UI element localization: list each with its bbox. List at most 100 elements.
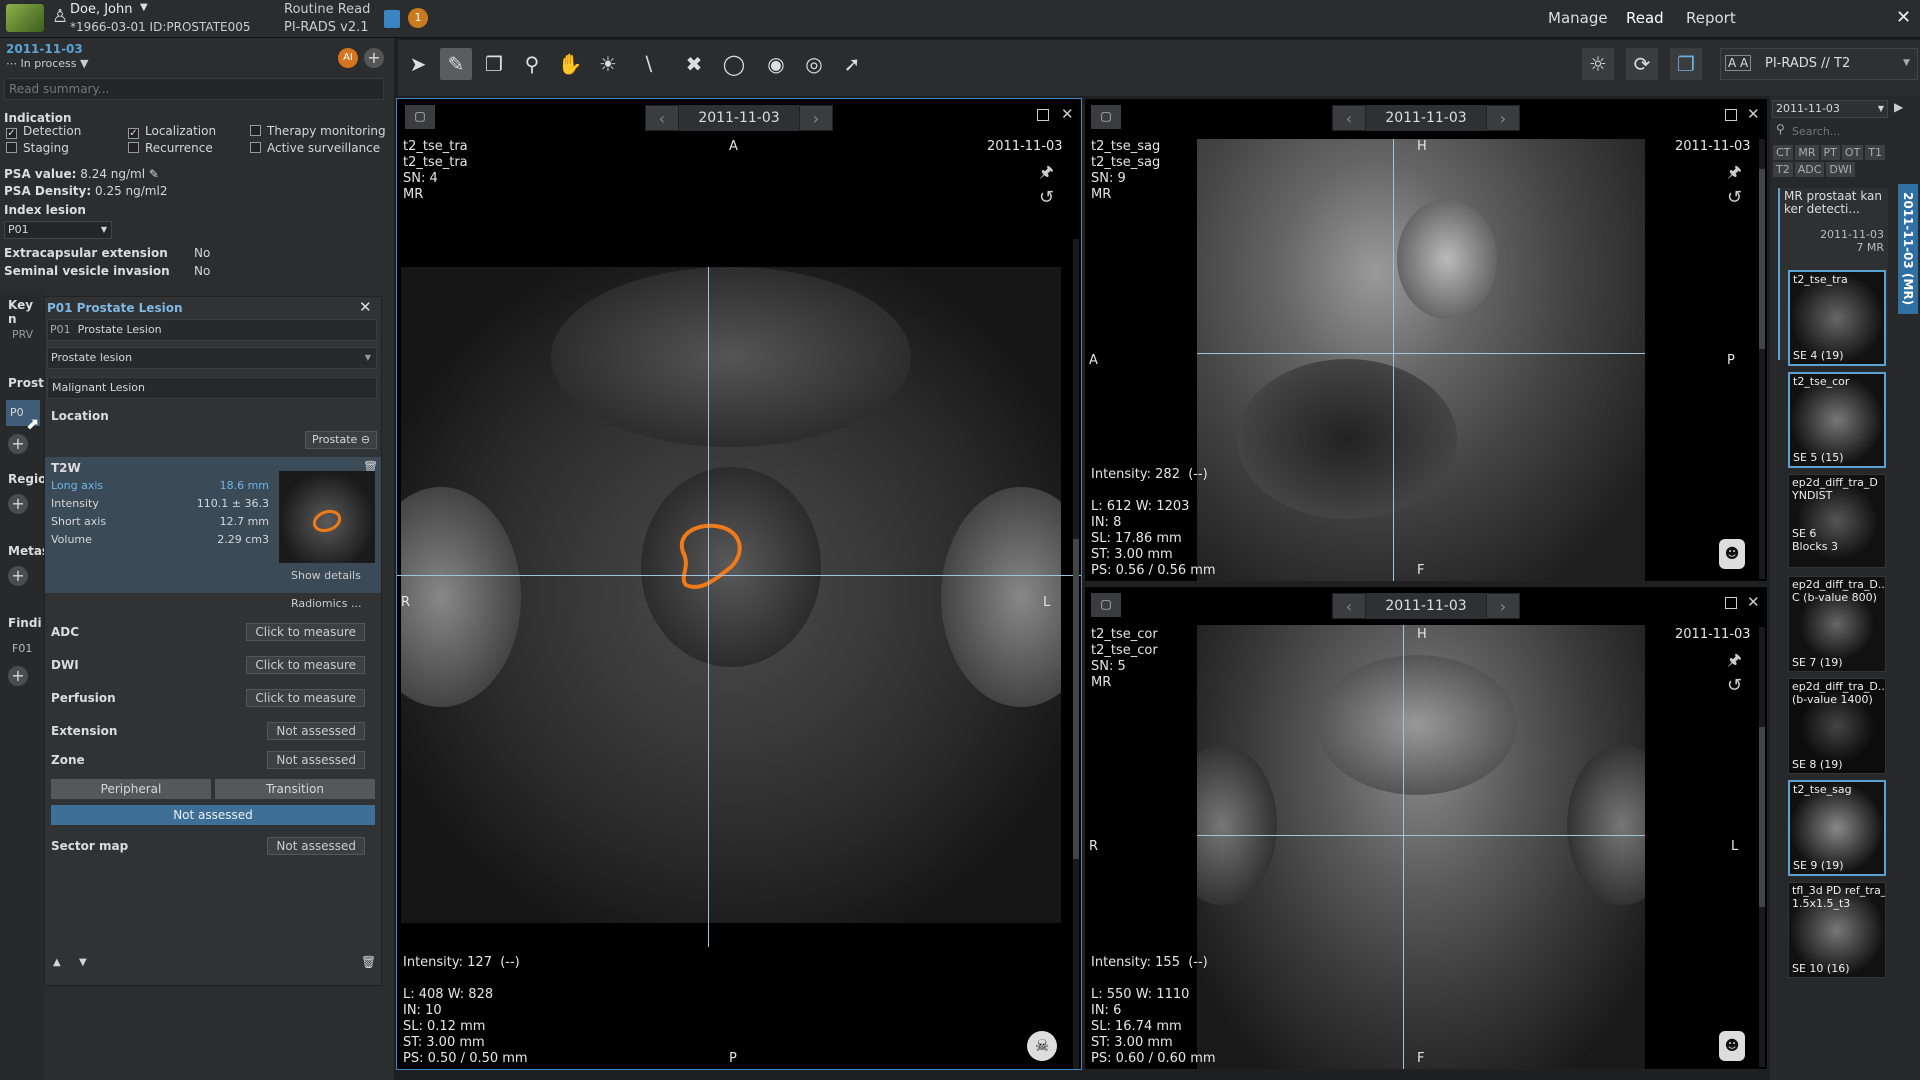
viewport-sagittal[interactable]: ▢ ‹ 2011-11-03 › ✕ t2_tse_sag t2_tse_sag…: [1084, 98, 1768, 582]
nav-manage[interactable]: Manage: [1548, 9, 1608, 27]
filter-t2[interactable]: T2: [1773, 162, 1793, 177]
perfusion-measure-button[interactable]: Click to measure: [246, 689, 365, 707]
lasso-icon[interactable]: ◯: [718, 48, 750, 80]
series-thumbnail[interactable]: t2_tse_cor SE 5 (15): [1788, 372, 1886, 468]
index-lesion-select[interactable]: P01 ▼: [4, 221, 112, 239]
add-icon[interactable]: +: [364, 48, 384, 68]
chevron-up-icon[interactable]: ▲: [53, 957, 61, 968]
close-icon[interactable]: ✕: [359, 298, 372, 316]
scrollbar[interactable]: [1759, 139, 1765, 579]
crosshair-vertical[interactable]: [1403, 625, 1404, 1069]
series-thumbnail[interactable]: ep2d_diff_tra_D YNDIST SE 6 Blocks 3: [1788, 474, 1886, 568]
status-dropdown[interactable]: ⋯ In process ▼: [6, 57, 88, 70]
close-icon[interactable]: ✕: [1896, 7, 1911, 28]
lesion-name-field[interactable]: P01 Prostate Lesion: [47, 319, 377, 341]
viewport-axial[interactable]: ▢ ‹ 2011-11-03 › ✕ t2_tse_tra t2_tse_tra…: [396, 98, 1082, 1070]
extension-value-button[interactable]: Not assessed: [267, 722, 365, 740]
add-regional-button[interactable]: +: [8, 494, 28, 514]
nav-report[interactable]: Report: [1686, 9, 1736, 27]
adc-measure-button[interactable]: Click to measure: [246, 623, 365, 641]
tab-findings[interactable]: Findi: [8, 616, 42, 630]
tab-metastases[interactable]: Metas: [8, 544, 49, 558]
add-finding-button[interactable]: +: [8, 666, 28, 686]
prev-button[interactable]: ‹: [1332, 593, 1366, 619]
sector-map-button[interactable]: Not assessed: [267, 837, 365, 855]
reset-icon[interactable]: ↺: [1039, 187, 1054, 208]
nav-read[interactable]: Read: [1626, 9, 1664, 27]
reset-icon[interactable]: ↺: [1727, 187, 1742, 208]
series-thumbnail[interactable]: ep2d_diff_tra_D... C (b-value 800) SE 7 (…: [1788, 576, 1886, 672]
crosshair-vertical[interactable]: [708, 267, 709, 947]
filter-mr[interactable]: MR: [1795, 145, 1819, 160]
extracapsular-value[interactable]: No: [194, 246, 210, 260]
hanging-protocol-selector[interactable]: A A PI-RADS // T2 ▼: [1720, 48, 1918, 80]
prev-button[interactable]: ‹: [645, 105, 679, 131]
spiral-icon[interactable]: ◎: [798, 48, 830, 80]
viewport-coronal[interactable]: ▢ ‹ 2011-11-03 › ✕ t2_tse_cor t2_tse_cor…: [1084, 586, 1768, 1070]
series-search-input[interactable]: [1792, 122, 1888, 140]
notification-badge[interactable]: 1: [408, 8, 428, 28]
trash-icon[interactable]: 🗑: [361, 955, 376, 969]
prev-button[interactable]: ‹: [1332, 105, 1366, 131]
patient-name[interactable]: Doe, John: [70, 2, 133, 17]
checkbox-recurrence[interactable]: Recurrence: [128, 141, 213, 155]
head-orientation-icon[interactable]: ☻: [1719, 1031, 1745, 1061]
camera-icon[interactable]: ▢: [1091, 105, 1121, 129]
add-prostate-button[interactable]: +: [8, 434, 28, 454]
checkbox-localization[interactable]: ✓ Localization: [128, 124, 216, 139]
checkbox-staging[interactable]: Staging: [6, 141, 69, 155]
3d-sphere-icon[interactable]: ◉: [760, 48, 792, 80]
head-orientation-icon[interactable]: ☻: [1719, 539, 1745, 569]
pin-icon[interactable]: 🖈: [1727, 649, 1742, 676]
chevron-down-icon[interactable]: ▼: [79, 957, 87, 968]
maximize-icon[interactable]: [1725, 109, 1737, 121]
location-prostate-button[interactable]: Prostate ⊖: [305, 431, 378, 449]
pencil-icon[interactable]: ✎: [440, 48, 472, 80]
angle-icon[interactable]: ✖: [678, 48, 710, 80]
filter-t1[interactable]: T1: [1865, 145, 1886, 160]
filter-pt[interactable]: PT: [1820, 145, 1840, 160]
seminal-value[interactable]: No: [194, 264, 210, 278]
scrollbar[interactable]: [1759, 627, 1765, 1067]
lesion-type-select[interactable]: Prostate lesion ▼: [47, 347, 377, 369]
tab-key-images[interactable]: Key n: [8, 298, 44, 326]
study-vertical-tab[interactable]: 2011-11-03 (MR): [1898, 184, 1918, 314]
panel-toggle-icon[interactable]: ▶: [1894, 100, 1903, 114]
close-icon[interactable]: ✕: [1061, 105, 1074, 123]
zoom-icon[interactable]: ⚲: [516, 48, 548, 80]
filter-ot[interactable]: OT: [1841, 145, 1864, 160]
series-thumbnail[interactable]: ep2d_diff_tra_D... (b-value 1400) SE 8 (1…: [1788, 678, 1886, 774]
refresh-icon[interactable]: ⟳: [1626, 48, 1658, 80]
series-thumbnail[interactable]: t2_tse_tra SE 4 (19): [1788, 270, 1886, 366]
close-icon[interactable]: ✕: [1747, 105, 1760, 123]
crosshair-horizontal[interactable]: [1197, 353, 1645, 354]
notes-icon[interactable]: [384, 10, 400, 28]
tab-regional[interactable]: Regio: [8, 472, 46, 486]
lesion-contour[interactable]: [401, 267, 1061, 923]
crosshair-vertical[interactable]: [1393, 139, 1394, 581]
zone-transition-button[interactable]: Transition: [215, 779, 375, 799]
read-summary-input[interactable]: [4, 78, 384, 100]
zone-value-button[interactable]: Not assessed: [267, 751, 365, 769]
next-button[interactable]: ›: [799, 105, 833, 131]
add-metastasis-button[interactable]: +: [8, 566, 28, 586]
maximize-icon[interactable]: [1725, 597, 1737, 609]
show-details-button[interactable]: Show details: [291, 569, 361, 582]
next-button[interactable]: ›: [1486, 593, 1520, 619]
crosshair-horizontal[interactable]: [1197, 835, 1645, 836]
filter-dwi[interactable]: DWI: [1826, 162, 1855, 177]
scrollbar[interactable]: [1073, 239, 1079, 1069]
pointer-icon[interactable]: ➤: [402, 48, 434, 80]
camera-icon[interactable]: ▢: [405, 105, 435, 129]
next-button[interactable]: ›: [1486, 105, 1520, 131]
checkbox-detection[interactable]: ✓ Detection: [6, 124, 81, 139]
series-thumbnail[interactable]: t2_tse_sag SE 9 (19): [1788, 780, 1886, 876]
pin-icon[interactable]: 🖈: [1039, 161, 1054, 188]
lesion-classification-field[interactable]: Malignant Lesion: [47, 377, 377, 399]
checkbox-therapy-monitoring[interactable]: Therapy monitoring: [250, 124, 386, 138]
filter-ct[interactable]: CT: [1773, 145, 1794, 160]
tab-f01[interactable]: F01: [12, 642, 32, 655]
crosshair-horizontal[interactable]: [397, 575, 1081, 576]
ruler-icon[interactable]: ∖: [632, 48, 664, 80]
zone-peripheral-button[interactable]: Peripheral: [51, 779, 211, 799]
